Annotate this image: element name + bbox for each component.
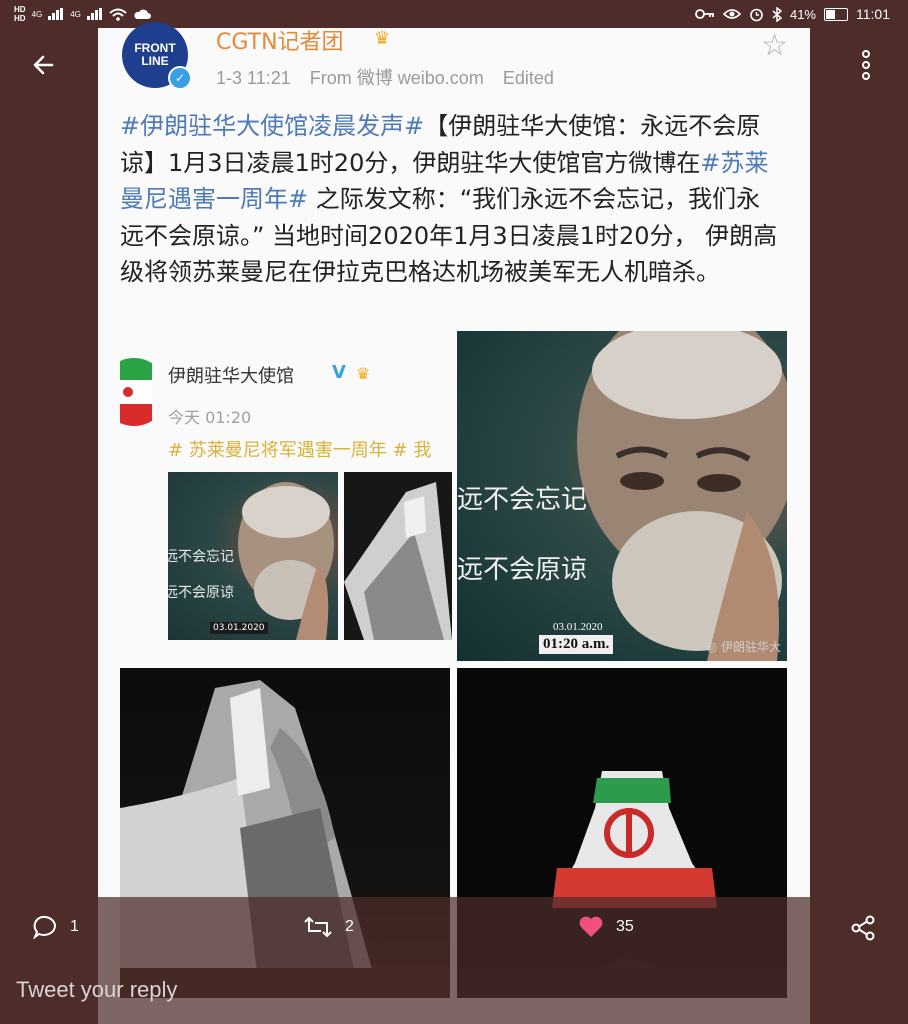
status-bar: HD HD 4G 4G 41% 11:01 [0,0,908,30]
thumb-line-2: 远不会原谅 [168,585,234,601]
retweet-button[interactable]: 2 [303,915,354,939]
thumb-date: 03.01.2020 [210,622,268,634]
more-options-button[interactable] [856,48,876,82]
heart-icon [579,916,603,937]
edited-label: Edited [502,68,554,88]
cloud-icon [134,9,151,19]
weibo-logo-icon: ◎ [706,640,718,654]
retweet-count: 2 [345,918,354,935]
like-count: 35 [616,918,634,935]
status-left: HD HD 4G 4G [14,5,151,23]
clock: 11:01 [856,6,890,22]
like-button[interactable]: 35 [578,915,634,939]
battery-level [826,9,836,19]
thumb-line-1: 远不会忘记 [168,549,234,565]
verified-check-icon: ✓ [168,66,192,90]
key-icon [695,9,714,19]
crown-icon: ♛ [374,28,391,49]
reply-button[interactable]: 1 [32,915,79,939]
portrait-time: 01:20 a.m. [539,635,614,654]
signal-icon-2 [86,8,102,20]
wifi-icon [109,8,127,21]
status-right: 41% 11:01 [695,6,890,22]
network-type-1: 4G [31,9,43,19]
portrait-date: 03.01.2020 [553,621,603,633]
portrait-line-1: 远不会忘记 [457,485,588,515]
screenshot-hashtag: # 苏莱曼尼将军遇害一周年 # 我 [168,440,432,461]
screenshot-thumbnail-portrait: 远不会忘记 远不会原谅 03.01.2020 [168,472,338,640]
arrow-left-icon [33,55,54,75]
hd-indicator: HD HD [14,5,26,23]
share-button[interactable] [850,915,876,941]
comment-icon [33,915,56,939]
screenshot-thumbnail-tower [344,472,452,640]
screenshot-verified-icon: V [332,362,346,383]
more-vertical-icon [862,50,870,80]
post-text: #伊朗驻华大使馆凌晨发声#【伊朗驻华大使馆：永远不会原谅】1月3日凌晨1时20分… [120,108,784,291]
weibo-watermark: ◎ 伊朗驻华大 [706,640,781,654]
star-icon: ☆ [761,28,788,63]
share-icon [851,915,875,941]
portrait-line-2: 远不会原谅 [457,555,588,585]
hashtag-embassy: #伊朗驻华大使馆凌晨发声# [120,112,425,140]
portrait-image: 远不会忘记 远不会原谅 03.01.2020 01:20 a.m. ◎ 伊朗驻华… [457,331,787,661]
post-date: 1-3 11:21 [216,68,291,88]
battery-percent: 41% [789,6,816,22]
bluetooth-icon [772,6,782,22]
network-type-2: 4G [70,9,81,19]
reply-input[interactable]: Tweet your reply [0,959,908,1024]
embassy-post-screenshot: 伊朗驻华大使馆 V ♛ 今天 01:20 # 苏莱曼尼将军遇害一周年 # 我 远… [120,332,454,666]
retweet-icon [304,916,332,938]
post-meta: 1-3 11:21 From 微博 weibo.com Edited [216,64,568,90]
reply-placeholder: Tweet your reply [16,977,178,1002]
eye-icon [722,9,741,19]
screenshot-crown-icon: ♛ [356,364,371,383]
tweet-action-bar: 1 2 35 [0,897,908,959]
signal-icon [48,8,64,20]
reply-count: 1 [70,918,79,935]
embedded-post-image[interactable]: FRONT LINE ✓ CGTN记者团 ♛ 1-3 11:21 From 微博… [98,22,810,1024]
battery-icon [824,7,848,21]
screenshot-account-name: 伊朗驻华大使馆 [168,366,294,387]
tower-thumbnail-art [344,482,452,640]
alarm-icon [750,8,763,21]
author-name: CGTN记者团 [216,30,344,55]
post-source: From 微博 weibo.com [309,68,484,88]
iran-flag-avatar [120,354,152,430]
back-button[interactable] [28,50,64,80]
screenshot-time: 今天 01:20 [168,408,252,427]
